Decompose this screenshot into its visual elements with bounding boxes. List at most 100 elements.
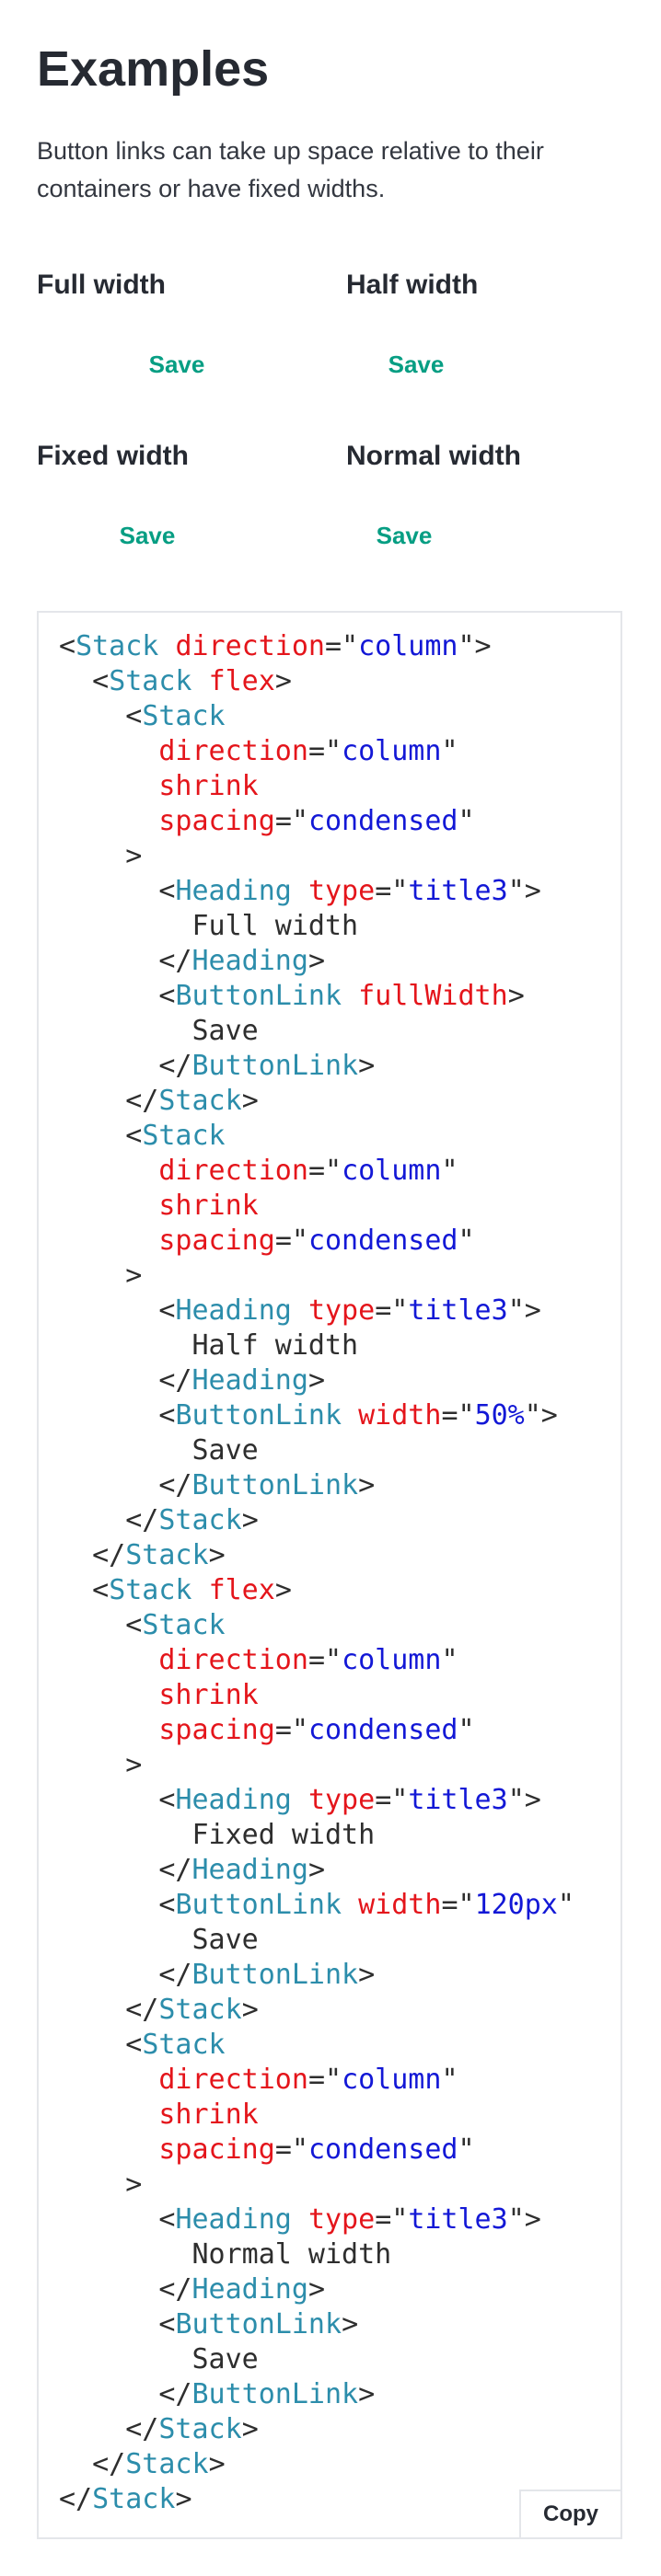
code-example-block: <Stack direction="column"> <Stack flex> … — [37, 611, 622, 2539]
code-text: Save — [59, 1434, 259, 1466]
code-string: column — [342, 1155, 442, 1187]
code-attribute: spacing — [158, 1714, 275, 1746]
code-attribute: flex — [208, 665, 275, 697]
fixed-width-save-button[interactable]: Save — [37, 515, 258, 556]
code-attribute: shrink — [158, 1679, 259, 1711]
code-punctuation: < — [59, 2203, 176, 2236]
code-tag-name: Stack — [142, 2029, 226, 2061]
code-punctuation — [292, 2203, 308, 2236]
page-title: Examples — [37, 41, 270, 97]
code-punctuation: < — [59, 980, 176, 1012]
code-punctuation: > — [307, 1854, 325, 1886]
code-punctuation: " — [458, 2133, 475, 2166]
code-string: condensed — [307, 2133, 458, 2166]
code-punctuation: </ — [59, 1085, 159, 1117]
code-tag-name: Stack — [158, 1994, 242, 2026]
copy-button[interactable]: Copy — [519, 2490, 622, 2539]
code-line: Fixed width — [59, 1818, 574, 1853]
code-punctuation: </ — [59, 2483, 93, 2515]
code-punctuation: > — [507, 980, 525, 1012]
code-tag-name: Heading — [191, 2273, 308, 2306]
code-punctuation: </ — [59, 2378, 192, 2410]
code-line: </ButtonLink> — [59, 1468, 574, 1503]
code-punctuation: =" — [375, 1294, 409, 1327]
code-attribute: spacing — [158, 805, 275, 837]
code-punctuation — [192, 1574, 209, 1606]
code-punctuation: </ — [59, 2448, 126, 2480]
code-punctuation: > — [307, 2273, 325, 2306]
code-punctuation — [292, 875, 308, 907]
code-text: Half width — [59, 1329, 359, 1362]
code-line: Save — [59, 2342, 574, 2377]
code-punctuation — [59, 1225, 158, 1257]
code-punctuation: " — [458, 805, 475, 837]
code-attribute: spacing — [158, 1225, 275, 1257]
code-punctuation: =" — [307, 1155, 342, 1187]
code-attribute: width — [358, 1399, 442, 1432]
code-punctuation: > — [241, 1994, 259, 2026]
code-punctuation: > — [358, 1050, 376, 1082]
code-tag-name: Heading — [175, 1784, 292, 1816]
code-punctuation: =" — [274, 1714, 308, 1746]
code-punctuation: </ — [59, 1050, 192, 1082]
code-punctuation: " — [441, 1644, 458, 1676]
code-line: > — [59, 839, 574, 874]
code-line: shrink — [59, 2098, 574, 2133]
code-punctuation: "> — [458, 630, 492, 662]
normal-width-save-button[interactable]: Save — [346, 515, 462, 556]
half-width-save-button[interactable]: Save — [346, 344, 486, 385]
code-tag-name: Stack — [158, 2413, 242, 2445]
example-heading-half-width: Half width — [346, 270, 479, 300]
code-attribute: direction — [158, 1644, 308, 1676]
code-punctuation: " — [458, 1714, 475, 1746]
code-line: <Stack — [59, 699, 574, 734]
code-attribute: direction — [158, 1155, 308, 1187]
code-tag-name: ButtonLink — [175, 1399, 342, 1432]
full-width-save-button[interactable]: Save — [37, 344, 317, 385]
code-punctuation: > — [342, 2308, 359, 2340]
code-line: <Heading type="title3"> — [59, 2202, 574, 2237]
code-punctuation: > — [307, 945, 325, 977]
code-line: <ButtonLink> — [59, 2307, 574, 2342]
code-punctuation: </ — [59, 1994, 159, 2026]
code-line: </Stack> — [59, 1084, 574, 1119]
code-punctuation: > — [175, 2483, 192, 2515]
code-punctuation — [292, 1784, 308, 1816]
code-tag-name: Heading — [191, 1364, 308, 1397]
code-punctuation: < — [59, 1574, 110, 1606]
code-punctuation: =" — [375, 2203, 409, 2236]
code-punctuation: > — [274, 1574, 292, 1606]
code-text: Save — [59, 2343, 259, 2375]
code-punctuation: > — [274, 665, 292, 697]
code-punctuation: > — [358, 1959, 376, 1991]
code-punctuation — [59, 1679, 158, 1711]
code-line: direction="column" — [59, 2063, 574, 2098]
code-string: column — [342, 735, 442, 767]
code-attribute: type — [307, 875, 376, 907]
code-attribute: type — [307, 2203, 376, 2236]
code-tag-name: Heading — [175, 1294, 292, 1327]
code-line: </Heading> — [59, 944, 574, 979]
code-punctuation: > — [59, 840, 143, 872]
code-line: <Stack flex> — [59, 664, 574, 699]
code-punctuation: " — [557, 1889, 574, 1921]
code-line: </ButtonLink> — [59, 1958, 574, 1993]
code-punctuation — [59, 2099, 158, 2131]
code-attribute: spacing — [158, 2133, 275, 2166]
code-attribute: shrink — [158, 2099, 259, 2131]
code-punctuation: < — [59, 1889, 176, 1921]
code-line: </ButtonLink> — [59, 2377, 574, 2412]
code-punctuation — [342, 1889, 358, 1921]
code-string: column — [342, 2064, 442, 2096]
code-punctuation: "> — [524, 1399, 558, 1432]
code-line: </Stack> — [59, 2482, 574, 2517]
code-text: Save — [59, 1015, 259, 1047]
code-string: condensed — [307, 805, 458, 837]
code-punctuation: > — [241, 1504, 259, 1536]
code-punctuation — [59, 2064, 158, 2096]
code-line: spacing="condensed" — [59, 1224, 574, 1259]
code-punctuation: < — [59, 875, 176, 907]
code-punctuation: </ — [59, 1539, 126, 1571]
code-string: condensed — [307, 1225, 458, 1257]
code-punctuation: =" — [441, 1399, 475, 1432]
